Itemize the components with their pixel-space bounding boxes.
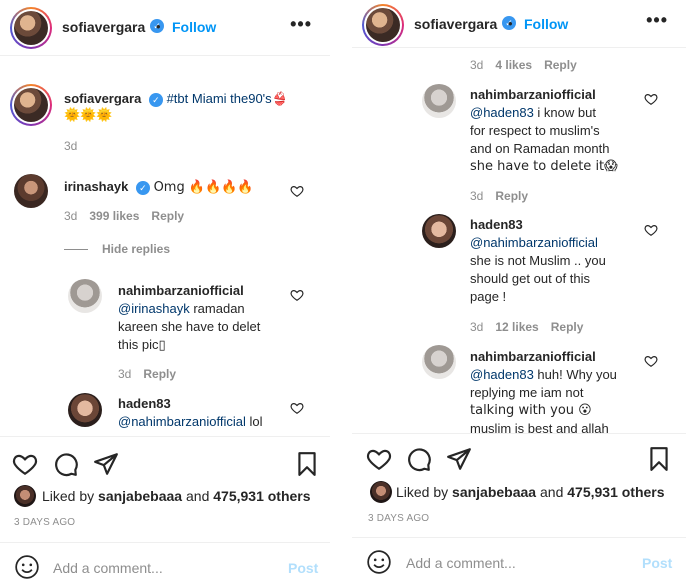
- like-comment-icon[interactable]: [290, 184, 304, 198]
- reply-meta: 3d Reply: [470, 189, 529, 203]
- author-username[interactable]: sofiavergara: [62, 19, 145, 35]
- post-time-ago: 3 DAYS AGO: [14, 517, 76, 528]
- reply-meta: 3d Reply: [118, 367, 177, 381]
- author-avatar[interactable]: [10, 7, 52, 49]
- follow-button[interactable]: Follow: [172, 19, 216, 35]
- follow-button[interactable]: Follow: [524, 16, 568, 32]
- verified-icon: ✓: [148, 92, 163, 107]
- replier-avatar[interactable]: [68, 279, 102, 313]
- commenter-username[interactable]: irinashayk: [64, 179, 128, 194]
- verified-icon: ✓: [135, 180, 150, 195]
- emoji-icon[interactable]: [366, 549, 392, 575]
- action-bar: Liked by sanjabebaaa and 475,931 others …: [352, 433, 686, 533]
- mention-link[interactable]: @nahimbarzaniofficial: [118, 414, 246, 429]
- add-comment-bar: Add a comment... Post: [352, 537, 686, 584]
- reply-button[interactable]: Reply: [551, 320, 584, 334]
- comment-icon[interactable]: [406, 446, 432, 472]
- caption-body: #tbt Miami the90's: [166, 91, 272, 106]
- like-comment-icon[interactable]: [290, 401, 304, 415]
- author-username[interactable]: sofiavergara: [414, 16, 497, 32]
- bookmark-icon[interactable]: [646, 446, 672, 472]
- reply-meta: 3d 12 likes Reply: [470, 320, 584, 334]
- more-options-icon[interactable]: •••: [290, 14, 312, 35]
- replier-avatar[interactable]: [422, 84, 456, 118]
- reply-text: nahimbarzaniofficial @haden83 i know but…: [470, 87, 618, 174]
- share-icon[interactable]: [446, 446, 472, 472]
- liked-by-text: Liked by sanjabebaaa and 475,931 others: [396, 484, 665, 500]
- like-icon[interactable]: [366, 446, 392, 472]
- like-comment-icon[interactable]: [644, 92, 658, 106]
- comment-likes[interactable]: 399 likes: [89, 209, 139, 223]
- post-panel-left: sofiavergara ✓ • Follow ••• sofiavergara…: [0, 0, 330, 584]
- comment-meta: 3d 4 likes Reply: [470, 58, 577, 72]
- comment-meta: 3d 399 likes Reply: [64, 209, 185, 223]
- comment-icon[interactable]: [53, 451, 79, 477]
- replier-username[interactable]: haden83: [118, 396, 171, 411]
- post-time-ago: 3 DAYS AGO: [368, 513, 430, 524]
- author-avatar[interactable]: [362, 4, 404, 46]
- post-header: sofiavergara ✓ • Follow •••: [0, 0, 330, 56]
- replier-username[interactable]: nahimbarzaniofficial: [118, 283, 244, 298]
- bookmark-icon[interactable]: [294, 451, 320, 477]
- replier-username[interactable]: nahimbarzaniofficial: [470, 349, 596, 364]
- reply-text: haden83 @nahimbarzaniofficial she is not…: [470, 217, 606, 304]
- caption-username[interactable]: sofiavergara: [64, 91, 141, 106]
- post-header: sofiavergara ✓ • Follow •••: [352, 0, 686, 48]
- replier-username[interactable]: haden83: [470, 217, 523, 232]
- reply-text: nahimbarzaniofficial @haden83 huh! Why y…: [470, 349, 617, 436]
- comment-text: irinashayk ✓ Omg 🔥🔥🔥🔥: [64, 179, 254, 195]
- likes-count[interactable]: 475,931 others: [213, 488, 310, 504]
- bikini-emoji: 👙: [271, 92, 288, 107]
- like-comment-icon[interactable]: [290, 288, 304, 302]
- caption-time: 3d: [64, 139, 78, 153]
- caption-emojis: 🌞🌞🌞: [64, 108, 113, 123]
- like-comment-icon[interactable]: [644, 223, 658, 237]
- reply-button[interactable]: Reply: [495, 189, 528, 203]
- like-comment-icon[interactable]: [644, 354, 658, 368]
- add-comment-input[interactable]: Add a comment...: [53, 560, 163, 576]
- emoji-icon[interactable]: [14, 554, 40, 580]
- liked-by-text: Liked by sanjabebaaa and 475,931 others: [42, 488, 311, 504]
- mention-link[interactable]: @haden83: [470, 105, 534, 120]
- likes-count[interactable]: 475,931 others: [567, 484, 664, 500]
- hide-replies-button[interactable]: Hide replies: [64, 242, 170, 256]
- replier-username[interactable]: nahimbarzaniofficial: [470, 87, 596, 102]
- reply-button[interactable]: Reply: [544, 58, 577, 72]
- action-bar: Liked by sanjabebaaa and 475,931 others …: [0, 436, 330, 536]
- liker-username[interactable]: sanjabebaaa: [98, 488, 182, 504]
- more-options-icon[interactable]: •••: [646, 10, 668, 31]
- replier-avatar[interactable]: [68, 393, 102, 427]
- caption-avatar[interactable]: [10, 84, 52, 126]
- like-icon[interactable]: [12, 451, 38, 477]
- comment-likes[interactable]: 4 likes: [495, 58, 532, 72]
- comment-likes[interactable]: 12 likes: [495, 320, 538, 334]
- mention-link[interactable]: @haden83: [470, 367, 534, 382]
- share-icon[interactable]: [93, 451, 119, 477]
- reply-button[interactable]: Reply: [143, 367, 176, 381]
- post-button[interactable]: Post: [288, 560, 318, 576]
- liker-avatar[interactable]: [370, 481, 392, 503]
- add-comment-input[interactable]: Add a comment...: [406, 555, 516, 571]
- post-button[interactable]: Post: [642, 555, 672, 571]
- replier-avatar[interactable]: [422, 345, 456, 379]
- reply-button[interactable]: Reply: [151, 209, 184, 223]
- add-comment-bar: Add a comment... Post: [0, 542, 330, 584]
- post-panel-right: sofiavergara ✓ • Follow ••• 3d 4 likes Rep…: [352, 0, 686, 584]
- mention-link[interactable]: @nahimbarzaniofficial: [470, 235, 598, 250]
- reply-text: haden83 @nahimbarzaniofficial lol: [118, 396, 263, 429]
- replier-avatar[interactable]: [422, 214, 456, 248]
- liker-username[interactable]: sanjabebaaa: [452, 484, 536, 500]
- mention-link[interactable]: @irinashayk: [118, 301, 190, 316]
- reply-text: nahimbarzaniofficial @irinashayk ramadan…: [118, 283, 261, 352]
- liker-avatar[interactable]: [14, 485, 36, 507]
- commenter-avatar[interactable]: [14, 174, 48, 208]
